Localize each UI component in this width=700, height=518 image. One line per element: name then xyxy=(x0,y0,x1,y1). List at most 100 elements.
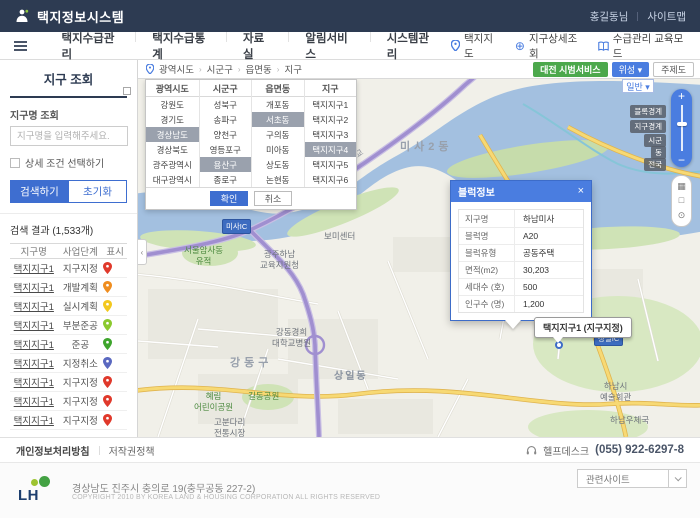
district-link[interactable]: 택지지구1 xyxy=(14,264,54,275)
related-sites-select[interactable]: 관련사이트 xyxy=(577,469,687,488)
quick-link-district-detail[interactable]: ⊕ 지구상세조회 xyxy=(515,31,582,61)
app-logo[interactable]: 택지정보시스템 xyxy=(14,7,124,26)
sitemap-link[interactable]: 사이트맵 xyxy=(647,9,686,24)
region-option-selected[interactable]: 서초동 xyxy=(252,112,304,127)
reset-button[interactable]: 초기화 xyxy=(69,180,127,203)
popup-row: 블럭유형공동주택 xyxy=(459,244,583,261)
lh-logo[interactable]: LH xyxy=(18,477,62,507)
marker-pin-icon[interactable] xyxy=(103,262,127,274)
region-option[interactable]: 영등포구 xyxy=(200,142,252,157)
marker-pin-icon[interactable] xyxy=(103,319,127,331)
region-option[interactable]: 송파구 xyxy=(200,112,252,127)
copyright-policy-link[interactable]: 저작권정책 xyxy=(109,443,155,458)
district-link[interactable]: 택지지구1 xyxy=(14,302,54,313)
helpdesk-label: 헬프데스크 xyxy=(543,443,589,458)
region-option[interactable]: 논현동 xyxy=(252,172,304,187)
nav-item-library[interactable]: 자료실 xyxy=(226,30,288,62)
district-link[interactable]: 택지지구1 xyxy=(14,321,54,332)
marker-pin-icon[interactable] xyxy=(103,414,127,426)
menu-hamburger-icon[interactable] xyxy=(14,39,27,53)
marker-pin-icon[interactable] xyxy=(103,376,127,388)
nav-item-system-mgmt[interactable]: 시스템관리 xyxy=(370,30,451,62)
region-option[interactable]: 성북구 xyxy=(200,97,252,112)
advanced-condition-checkbox[interactable]: 상세 조건 선택하기 xyxy=(10,155,127,170)
cadastral-layer-icon[interactable]: ▦ xyxy=(677,182,686,191)
map-canvas[interactable]: 미사2동 강동구 서울암사동 유적 광주하남 교육지원청 보미센터 강동경희 대… xyxy=(138,79,700,437)
lh-logo-dot-small xyxy=(31,479,38,486)
marker-pin-icon[interactable] xyxy=(103,357,127,369)
chevron-down-icon xyxy=(668,470,686,487)
area-select-icon[interactable]: □ xyxy=(679,196,684,205)
base-layer-dropdown[interactable]: 일반 ▾ xyxy=(622,79,654,93)
field-label: 지구명 xyxy=(459,210,515,227)
region-option[interactable]: 상도동 xyxy=(252,157,304,172)
zoom-in-button[interactable]: + xyxy=(678,89,685,103)
daejeon-pilot-service-button[interactable]: 대전 시범서비스 xyxy=(533,62,607,77)
search-button[interactable]: 검색하기 xyxy=(10,180,69,203)
region-option-selected[interactable]: 택지지구4 xyxy=(305,142,357,157)
theme-map-button[interactable]: 주제도 xyxy=(653,62,694,77)
zoom-handle[interactable] xyxy=(677,122,687,126)
region-option[interactable]: 구의동 xyxy=(252,127,304,142)
region-option-selected[interactable]: 경상남도 xyxy=(146,127,199,142)
region-option[interactable]: 택지지구3 xyxy=(305,127,357,142)
close-icon[interactable]: × xyxy=(578,186,584,197)
footer-links-bar: 개인정보처리방침 저작권정책 헬프데스크 (055) 922-6297-8 xyxy=(0,437,700,463)
region-option[interactable]: 광주광역시 xyxy=(146,157,199,172)
marker-pin-icon[interactable] xyxy=(103,395,127,407)
district-link[interactable]: 택지지구1 xyxy=(14,283,54,294)
region-option[interactable]: 택지지구2 xyxy=(305,112,357,127)
panel-collapse-icon[interactable] xyxy=(123,87,131,95)
stage-label: 부분준공 xyxy=(58,318,104,332)
region-option[interactable]: 강원도 xyxy=(146,97,199,112)
region-option[interactable]: 경상북도 xyxy=(146,142,199,157)
roadview-icon[interactable]: ⊙ xyxy=(678,211,686,220)
breadcrumb-district[interactable]: 지구 xyxy=(284,62,301,76)
breadcrumb-sido[interactable]: 광역시도 xyxy=(159,62,194,76)
nav-item-supply-stats[interactable]: 택지수급통계 xyxy=(135,30,226,62)
region-option[interactable]: 택지지구5 xyxy=(305,157,357,172)
zoom-track[interactable] xyxy=(681,105,683,151)
district-link[interactable]: 택지지구1 xyxy=(14,397,54,408)
map-interchange-chip: 미사IC xyxy=(222,219,251,234)
nav-item-supply-mgmt[interactable]: 택지수급관리 xyxy=(45,30,136,62)
district-link[interactable]: 택지지구1 xyxy=(14,340,54,351)
region-option[interactable]: 개포동 xyxy=(252,97,304,112)
marker-pin-icon[interactable] xyxy=(103,300,127,312)
checkbox-icon[interactable] xyxy=(10,158,20,168)
map-area[interactable]: 광역시도› 시군구› 읍면동› 지구 대전 시범서비스 위성 ▾ 주제도 일반 … xyxy=(138,60,700,437)
district-link[interactable]: 택지지구1 xyxy=(14,416,54,427)
region-option[interactable]: 종로구 xyxy=(200,172,252,187)
satellite-toggle-button[interactable]: 위성 ▾ xyxy=(612,62,650,77)
district-name-input[interactable] xyxy=(10,126,128,146)
popup-row: 인구수 (명)1,200 xyxy=(459,295,583,312)
marker-pin-icon[interactable] xyxy=(103,338,127,350)
region-option[interactable]: 미아동 xyxy=(252,142,304,157)
confirm-button[interactable]: 확인 xyxy=(210,191,248,206)
quick-link-land-map[interactable]: 택지지도 xyxy=(451,31,499,61)
region-option[interactable]: 경기도 xyxy=(146,112,199,127)
logo-icon xyxy=(14,8,30,24)
region-option[interactable]: 택지지구1 xyxy=(305,97,357,112)
user-name[interactable]: 홍길동님 xyxy=(590,9,629,24)
breadcrumb-sigungu[interactable]: 시군구 xyxy=(207,62,233,76)
content-area: 지구 조회 지구명 조회 상세 조건 선택하기 검색하기 초기화 검색 결과 (… xyxy=(0,60,700,437)
marker-pin-icon[interactable] xyxy=(103,281,127,293)
table-row: 택지지구1 지구지정 xyxy=(10,411,127,430)
region-option[interactable]: 택지지구6 xyxy=(305,172,357,187)
district-link[interactable]: 택지지구1 xyxy=(14,378,54,389)
breadcrumb-dong[interactable]: 읍면동 xyxy=(246,62,272,76)
privacy-policy-link[interactable]: 개인정보처리방침 xyxy=(16,443,90,458)
cancel-button[interactable]: 취소 xyxy=(254,191,292,206)
region-option[interactable]: 양천구 xyxy=(200,127,252,142)
region-option-selected[interactable]: 용산구 xyxy=(200,157,252,172)
quick-link-education-mode[interactable]: 수급관리 교육모드 xyxy=(598,31,686,61)
sidebar-collapse-handle[interactable]: ‹ xyxy=(138,239,147,265)
nav-item-notify-service[interactable]: 알림서비스 xyxy=(288,30,369,62)
map-label-poi: 하남시 예술회관 xyxy=(600,381,631,402)
region-option[interactable]: 대구광역시 xyxy=(146,172,199,187)
district-map-tooltip[interactable]: 택지지구1 (지구지정) xyxy=(534,317,632,338)
stage-label: 실시계획 xyxy=(58,299,104,313)
district-link[interactable]: 택지지구1 xyxy=(14,359,54,370)
zoom-out-button[interactable]: − xyxy=(678,153,685,167)
